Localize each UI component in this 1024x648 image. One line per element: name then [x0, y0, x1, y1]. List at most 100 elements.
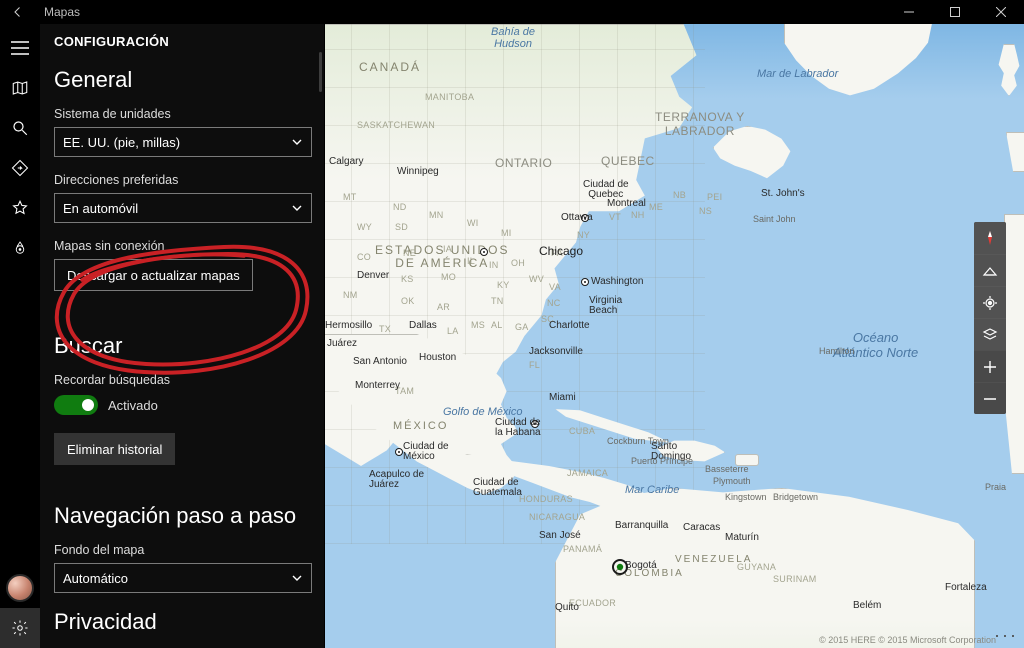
city-acapulco: Acapulco deJuárez	[369, 470, 424, 490]
city-juarez: Juárez	[327, 338, 357, 349]
units-label: Sistema de unidades	[54, 107, 312, 121]
panel-scrollbar[interactable]	[319, 52, 322, 92]
search-icon	[11, 119, 29, 137]
compass-button[interactable]	[974, 222, 1006, 254]
rail-directions-button[interactable]	[0, 148, 40, 188]
label-sk: SASKATCHEWAN	[357, 120, 435, 130]
city-quebec: Ciudad deQuebec	[583, 180, 629, 200]
arrow-left-icon	[12, 6, 24, 18]
city-maturin: Maturín	[725, 532, 759, 543]
label-nd: ND	[393, 202, 407, 212]
close-button[interactable]	[978, 0, 1024, 24]
units-value: EE. UU. (pie, millas)	[63, 135, 180, 150]
city-hermosillo: Hermosillo	[325, 320, 372, 331]
more-button[interactable]: ···	[994, 625, 1018, 646]
label-vt: VT	[609, 212, 621, 222]
label-il: IL	[467, 256, 475, 266]
label-tn: TN	[491, 296, 504, 306]
chevron-down-icon	[291, 572, 303, 584]
label-ms: MS	[471, 320, 485, 330]
minus-icon	[983, 392, 997, 406]
rail-map-button[interactable]	[0, 68, 40, 108]
city-chicago: Chicago	[539, 244, 583, 258]
label-co: CO	[357, 252, 371, 262]
label-mi: MI	[501, 228, 512, 238]
target-icon	[982, 295, 998, 311]
city-kingstown: Kingstown	[725, 492, 767, 502]
nav-rail	[0, 24, 40, 648]
city-sanjose: San José	[539, 530, 581, 541]
label-mn: MN	[429, 210, 444, 220]
city-mexico: Ciudad deMéxico	[403, 442, 449, 462]
city-washington: Washington	[591, 276, 643, 287]
city-calgary: Calgary	[329, 156, 363, 167]
map-copyright: © 2015 HERE © 2015 Microsoft Corporation	[819, 635, 996, 645]
directions-select[interactable]: En automóvil	[54, 193, 312, 223]
chevron-down-icon	[291, 136, 303, 148]
label-mexico: MÉXICO	[393, 420, 448, 432]
city-havana: Ciudad dela Habana	[495, 418, 541, 438]
minimize-icon	[904, 7, 914, 17]
label-tx: TX	[379, 324, 391, 334]
city-winnipeg: Winnipeg	[397, 166, 439, 177]
hamburger-button[interactable]	[0, 28, 40, 68]
zoom-out-button[interactable]	[974, 382, 1006, 414]
label-sd: SD	[395, 222, 408, 232]
city-ottawa: Ottawa	[561, 212, 593, 223]
label-ontario: ONTARIO	[495, 156, 552, 170]
city-monterrey: Monterrey	[355, 380, 400, 391]
city-barranquilla: Barranquilla	[615, 520, 668, 531]
mapbg-select[interactable]: Automático	[54, 563, 312, 593]
label-ia: IA	[443, 244, 452, 254]
user-avatar[interactable]	[6, 574, 34, 602]
tilt-button[interactable]	[974, 254, 1006, 286]
city-denver: Denver	[357, 270, 389, 281]
label-quebec-region: QUEBEC	[601, 154, 655, 168]
label-ga: GA	[515, 322, 529, 332]
remember-label: Recordar búsquedas	[54, 373, 312, 387]
city-dallas: Dallas	[409, 320, 437, 331]
units-select[interactable]: EE. UU. (pie, millas)	[54, 127, 312, 157]
rail-search-button[interactable]	[0, 108, 40, 148]
titlebar: Mapas	[0, 0, 1024, 24]
download-maps-button[interactable]: Descargar o actualizar mapas	[54, 259, 253, 291]
city-cockburn: Cockburn Town	[607, 436, 669, 446]
maximize-icon	[950, 7, 960, 17]
layers-icon	[982, 327, 998, 343]
city-guatemala: Ciudad deGuatemala	[473, 478, 522, 498]
label-wi: WI	[467, 218, 479, 228]
maximize-button[interactable]	[932, 0, 978, 24]
city-portauprince: Puerto Príncipe	[631, 456, 693, 466]
label-wy: WY	[357, 222, 372, 232]
back-button[interactable]	[6, 0, 30, 24]
rail-traffic-button[interactable]	[0, 228, 40, 268]
city-quito: Quito	[555, 602, 579, 613]
city-hamilton: Hamilton	[819, 346, 855, 356]
zoom-in-button[interactable]	[974, 350, 1006, 382]
city-fortaleza: Fortaleza	[945, 582, 987, 593]
map-viewport[interactable]: Bahía deHudson Mar de Labrador Golfo de …	[325, 24, 1024, 648]
rail-settings-button[interactable]	[0, 608, 40, 648]
chevron-down-icon	[291, 202, 303, 214]
label-la: LA	[447, 326, 459, 336]
label-ky: KY	[497, 280, 510, 290]
clear-history-button[interactable]: Eliminar historial	[54, 433, 175, 465]
label-ks: KS	[401, 274, 414, 284]
locate-button[interactable]	[974, 286, 1006, 318]
label-bahia-hudson: Bahía deHudson	[491, 26, 535, 50]
map-icon	[11, 79, 29, 97]
minimize-button[interactable]	[886, 0, 932, 24]
label-guyana: GUYANA	[737, 562, 776, 572]
remember-toggle[interactable]	[54, 395, 98, 415]
label-oh: OH	[511, 258, 525, 268]
section-privacy-title: Privacidad	[54, 609, 312, 635]
city-belem: Belém	[853, 600, 881, 611]
city-miami: Miami	[549, 392, 576, 403]
section-turnbyturn-title: Navegación paso a paso	[54, 503, 312, 529]
settings-header: CONFIGURACIÓN	[54, 34, 312, 49]
tilt-icon	[982, 263, 998, 279]
rail-favorites-button[interactable]	[0, 188, 40, 228]
mapbg-value: Automático	[63, 571, 128, 586]
layers-button[interactable]	[974, 318, 1006, 350]
city-plymouth: Plymouth	[713, 476, 751, 486]
